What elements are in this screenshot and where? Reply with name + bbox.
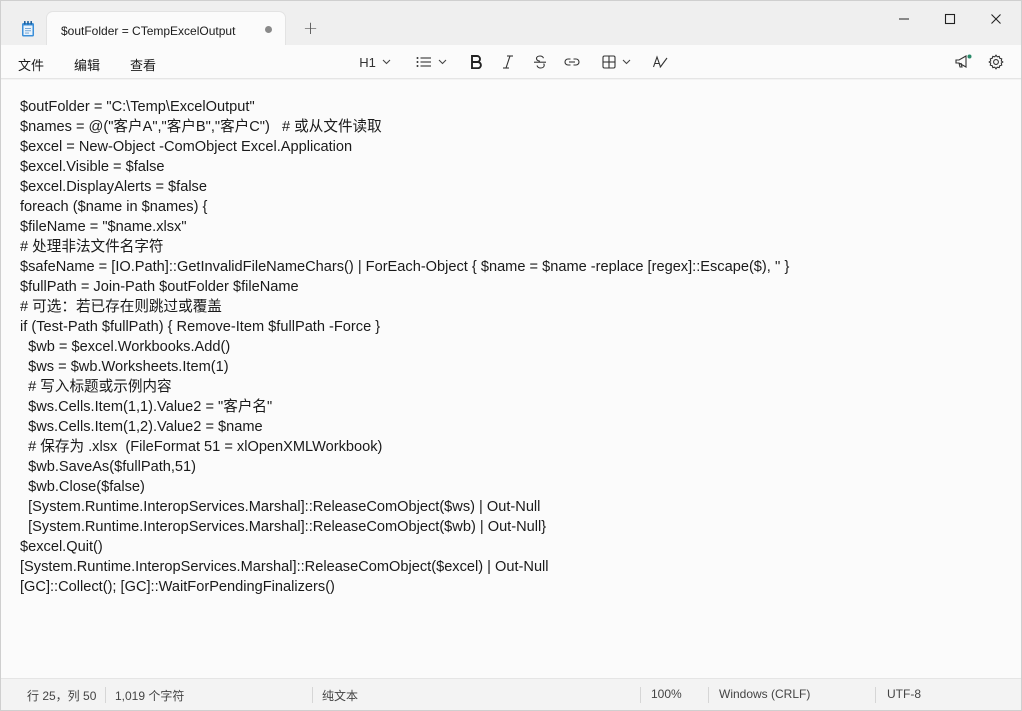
minimize-button[interactable] xyxy=(881,9,927,29)
code-line: $excel = New-Object -ComObject Excel.App… xyxy=(20,139,353,155)
code-line: # 处理非法文件名字符 xyxy=(20,239,164,255)
menu-file[interactable]: 文件 xyxy=(18,55,44,74)
menu-edit[interactable]: 编辑 xyxy=(74,55,100,74)
code-line: $fileName = "$name.xlsx" xyxy=(20,219,187,235)
heading-dropdown[interactable]: H1 xyxy=(357,52,393,72)
code-line: [System.Runtime.InteropServices.Marshal]… xyxy=(20,519,547,535)
maximize-button[interactable] xyxy=(927,9,973,29)
chevron-down-icon xyxy=(438,59,446,65)
close-button[interactable] xyxy=(973,9,1019,29)
clear-formatting-button[interactable] xyxy=(650,52,670,72)
code-text: $outFolder = "C:\Temp\ExcelOutput" $names… xyxy=(20,97,789,597)
bulleted-list-icon xyxy=(416,57,431,67)
link-button[interactable] xyxy=(562,52,582,72)
code-line: $fullPath = Join-Path $outFolder $fileNa… xyxy=(20,279,299,295)
text-format[interactable]: 纯文本 xyxy=(322,687,358,704)
cursor-position: 行 25，列 50 xyxy=(27,689,97,703)
code-line: $outFolder = "C:\Temp\ExcelOutput" xyxy=(20,99,255,115)
code-line: $wb.Close($false) xyxy=(20,479,145,495)
notepad-window: $outFolder = CTempExcelOutput + 文件 编辑 查看… xyxy=(0,0,1022,711)
document-tab[interactable]: $outFolder = CTempExcelOutput xyxy=(46,11,286,45)
bold-button[interactable] xyxy=(467,52,485,72)
megaphone-icon xyxy=(955,54,972,68)
bold-icon xyxy=(471,55,482,69)
code-line: [System.Runtime.InteropServices.Marshal]… xyxy=(20,499,541,515)
status-divider xyxy=(708,687,709,703)
code-line: $wb.SaveAs($fullPath,51) xyxy=(20,459,197,475)
code-line: foreach ($name in $names) { xyxy=(20,199,208,215)
status-divider xyxy=(105,687,106,703)
table-icon xyxy=(601,55,616,69)
italic-icon xyxy=(503,55,513,69)
chevron-down-icon xyxy=(622,59,630,65)
clear-formatting-icon xyxy=(652,55,668,68)
heading-label: H1 xyxy=(359,54,376,70)
link-icon xyxy=(564,58,580,66)
line-ending[interactable]: Windows (CRLF) xyxy=(719,687,810,701)
code-line: $ws.Cells.Item(1,2).Value2 = $name xyxy=(20,419,263,435)
code-line: $names = @("客户A","客户B","客户C") # 或从文件读取 xyxy=(20,119,382,135)
code-line: # 写入标题或示例内容 xyxy=(20,379,172,395)
list-dropdown[interactable] xyxy=(413,52,449,72)
character-count: 1,019 个字符 xyxy=(115,689,185,703)
menu-view[interactable]: 查看 xyxy=(130,55,156,74)
zoom-level[interactable]: 100% xyxy=(651,687,682,701)
code-line: [System.Runtime.InteropServices.Marshal]… xyxy=(20,559,549,575)
tab-title: $outFolder = CTempExcelOutput xyxy=(61,24,236,38)
status-divider xyxy=(640,687,641,703)
status-divider xyxy=(312,687,313,703)
code-line: if (Test-Path $fullPath) { Remove-Item $… xyxy=(20,319,381,335)
strikethrough-button[interactable] xyxy=(531,52,549,72)
menu-bar: 文件 编辑 查看 H1 xyxy=(1,45,1021,79)
table-dropdown[interactable] xyxy=(598,52,634,72)
chevron-down-icon xyxy=(382,59,391,65)
copilot-announcement-button[interactable] xyxy=(952,52,974,72)
code-line: # 保存为 .xlsx (FileFormat 51 = xlOpenXMLWo… xyxy=(20,439,383,455)
notepad-app-icon xyxy=(21,21,35,37)
strikethrough-icon xyxy=(534,55,546,69)
code-line: $excel.DisplayAlerts = $false xyxy=(20,179,207,195)
code-line: $wb = $excel.Workbooks.Add() xyxy=(20,339,231,355)
status-divider xyxy=(875,687,876,703)
title-bar: $outFolder = CTempExcelOutput + xyxy=(1,1,1021,45)
code-line: $safeName = [IO.Path]::GetInvalidFileNam… xyxy=(20,259,790,275)
new-tab-plus-icon[interactable]: + xyxy=(303,20,318,38)
code-line: # 可选：若已存在则跳过或覆盖 xyxy=(20,299,222,315)
code-line: $ws = $wb.Worksheets.Item(1) xyxy=(20,359,229,375)
settings-button[interactable] xyxy=(986,52,1006,72)
code-line: $ws.Cells.Item(1,1).Value2 = "客户名" xyxy=(20,399,273,415)
encoding[interactable]: UTF-8 xyxy=(887,687,921,701)
code-line: $excel.Quit() xyxy=(20,539,103,555)
italic-button[interactable] xyxy=(499,52,517,72)
code-line: $excel.Visible = $false xyxy=(20,159,165,175)
text-editor[interactable]: $outFolder = "C:\Temp\ExcelOutput" $names… xyxy=(1,80,1021,678)
status-bar: 行 25，列 50 1,019 个字符 纯文本 100% Windows (CR… xyxy=(1,678,1021,710)
unsaved-indicator-icon[interactable] xyxy=(265,26,272,33)
code-line: [GC]::Collect(); [GC]::WaitForPendingFin… xyxy=(20,579,335,595)
gear-icon xyxy=(988,54,1004,70)
